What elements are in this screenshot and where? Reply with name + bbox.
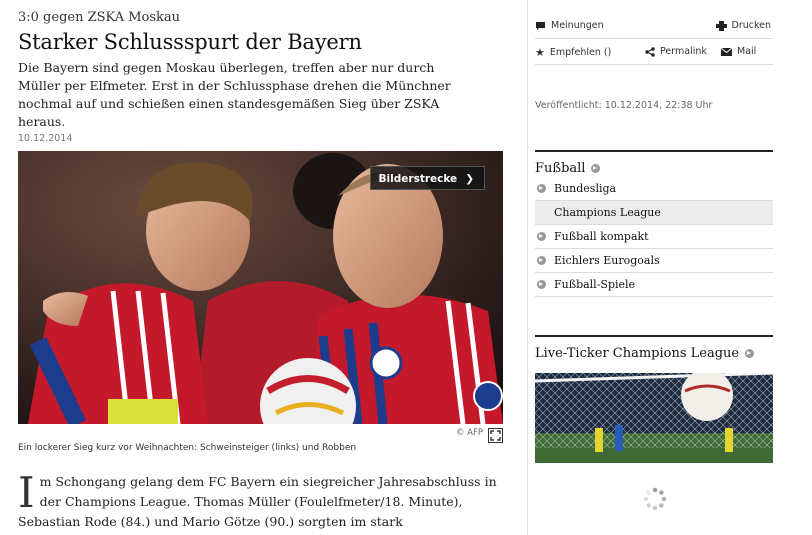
loading-spinner-icon — [643, 487, 667, 511]
players-celebration-image — [18, 151, 503, 424]
circle-arrow-icon — [537, 280, 546, 289]
football-section-title: Fußball — [535, 160, 586, 176]
photo-credit: © AFP — [455, 428, 483, 438]
tool-row-1: Meinungen Drucken — [535, 13, 773, 39]
circle-arrow-icon — [537, 256, 546, 265]
ticker-section-title: Live-Ticker Champions League — [535, 345, 740, 361]
print-link[interactable]: Drucken — [715, 20, 772, 31]
photo-meta: © AFP — [18, 428, 503, 444]
article-teaser: Die Bayern sind gegen Moskau überlegen, … — [18, 60, 451, 129]
nav-item-label: Fußball-Spiele — [554, 278, 636, 291]
article-headline: Starker Schlussspurt der Bayern — [18, 30, 362, 54]
article-header: 3:0 gegen ZSKA Moskau Starker Schlussspu… — [18, 10, 508, 144]
share-icon — [645, 46, 655, 57]
printer-icon — [715, 20, 727, 31]
nav-item-label: Bundesliga — [554, 182, 617, 195]
article-photo[interactable]: Bilderstrecke ❯ — [18, 151, 503, 424]
published-date: Veröffentlicht: 10.12.2014, 22:38 Uhr — [535, 100, 713, 111]
nav-item-fussball-spiele[interactable]: Fußball-Spiele — [535, 273, 773, 297]
article-body-text: m Schongang gelang dem FC Bayern ein sie… — [18, 474, 497, 535]
column-divider — [527, 0, 528, 535]
permalink-label: Permalink — [660, 46, 707, 57]
ticker-section-header[interactable]: Live-Ticker Champions League — [535, 335, 773, 363]
photo-caption: Ein lockerer Sieg kurz vor Weihnachten: … — [18, 443, 357, 453]
circle-arrow-icon — [537, 184, 546, 193]
tool-row-2: ★ Empfehlen () Permalink Mail — [535, 39, 773, 65]
article-kicker: 3:0 gegen ZSKA Moskau — [18, 10, 181, 25]
gallery-button-label: Bilderstrecke — [378, 173, 458, 185]
mail-link[interactable]: Mail — [721, 46, 756, 57]
star-icon: ★ — [535, 46, 545, 59]
circle-arrow-icon — [745, 348, 755, 358]
envelope-icon — [721, 47, 732, 56]
article-date: 10.12.2014 — [18, 133, 73, 144]
recommend-label: Empfehlen () — [549, 47, 612, 58]
expand-icon[interactable] — [488, 428, 503, 443]
speech-bubble-icon — [536, 21, 545, 30]
permalink-link[interactable]: Permalink — [645, 46, 707, 57]
football-nav: Bundesliga Champions League Fußball komp… — [535, 177, 773, 297]
drop-cap: I — [18, 468, 35, 517]
ticker-image[interactable] — [535, 373, 773, 463]
nav-item-fussball-kompakt[interactable]: Fußball kompakt — [535, 225, 773, 249]
nav-item-bundesliga[interactable]: Bundesliga — [535, 177, 773, 201]
nav-item-label: Fußball kompakt — [554, 230, 649, 243]
gallery-button[interactable]: Bilderstrecke ❯ — [369, 166, 485, 190]
article-body: I m Schongang gelang dem FC Bayern ein s… — [18, 472, 498, 535]
nav-item-label: Eichlers Eurogoals — [554, 254, 660, 267]
print-label: Drucken — [731, 20, 772, 31]
recommend-link[interactable]: ★ Empfehlen () — [535, 46, 611, 59]
goal-net-image — [535, 373, 773, 463]
football-section-header[interactable]: Fußball — [535, 150, 773, 178]
nav-item-champions-league[interactable]: Champions League — [535, 201, 773, 225]
circle-arrow-icon — [537, 232, 546, 241]
mail-label: Mail — [737, 46, 757, 57]
circle-arrow-icon — [591, 163, 601, 173]
opinions-link[interactable]: Meinungen — [535, 20, 604, 31]
chevron-right-icon: ❯ — [465, 173, 474, 185]
nav-item-label: Champions League — [554, 206, 661, 219]
opinions-label: Meinungen — [551, 20, 604, 31]
nav-item-eichlers-eurogoals[interactable]: Eichlers Eurogoals — [535, 249, 773, 273]
